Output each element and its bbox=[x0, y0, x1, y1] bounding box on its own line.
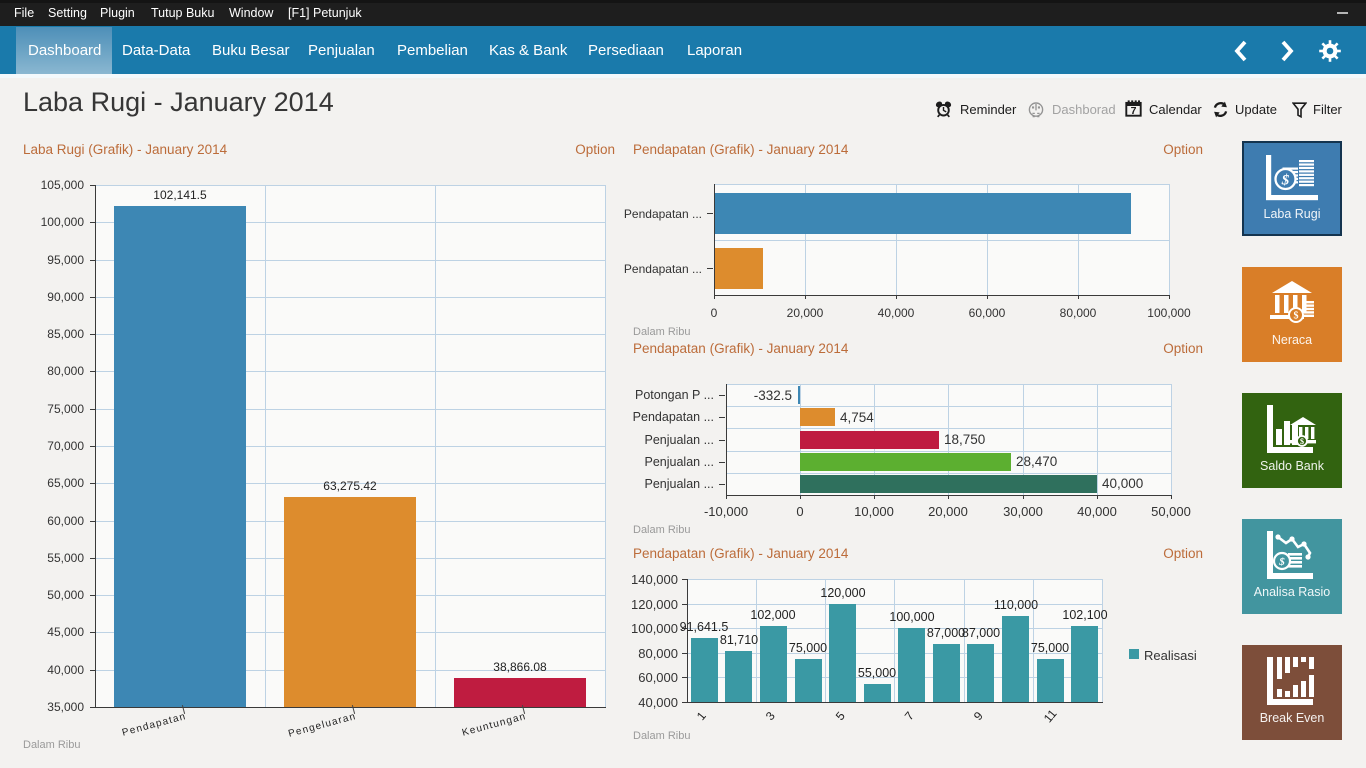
svg-text:$: $ bbox=[1294, 311, 1299, 322]
svg-text:$: $ bbox=[1281, 173, 1290, 189]
svg-text:7: 7 bbox=[1131, 105, 1137, 117]
svg-text:$: $ bbox=[1300, 437, 1304, 446]
svg-text:$: $ bbox=[1278, 556, 1285, 568]
